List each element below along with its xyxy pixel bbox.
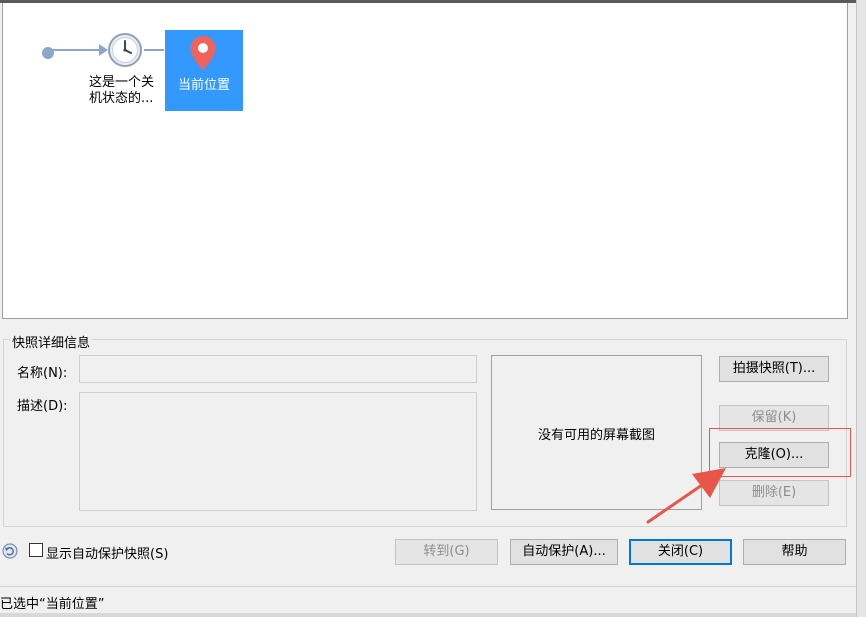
current-position-label: 当前位置 <box>177 78 230 93</box>
status-divider <box>0 586 856 587</box>
snapshot-node-label: 这是一个关机状态的... <box>89 75 155 106</box>
show-autoprotect-label[interactable]: 显示自动保护快照(S) <box>46 543 168 562</box>
clock-icon <box>108 33 142 67</box>
annotation-highlight-box <box>709 428 851 477</box>
help-button[interactable]: 帮助 <box>743 539 846 565</box>
tree-connector <box>144 49 166 51</box>
annotation-arrow <box>646 468 726 524</box>
window-bottom-edge <box>0 613 856 617</box>
close-button[interactable]: 关闭(C) <box>629 539 732 565</box>
window-right-edge <box>856 0 866 617</box>
location-pin-icon <box>190 36 216 70</box>
current-position-node[interactable]: 当前位置 <box>165 30 243 111</box>
description-label: 描述(D): <box>17 399 68 414</box>
name-label: 名称(N): <box>17 366 68 381</box>
screenshot-placeholder: 没有可用的屏幕截图 <box>537 428 655 443</box>
tree-connector <box>52 49 102 51</box>
take-snapshot-button[interactable]: 拍摄快照(T)... <box>719 356 829 382</box>
description-field[interactable] <box>79 392 477 511</box>
delete-button[interactable]: 删除(E) <box>719 480 829 506</box>
status-bar-text: 已选中“当前位置” <box>0 597 105 612</box>
snapshot-node[interactable] <box>107 32 143 68</box>
autoprotect-button[interactable]: 自动保护(A)... <box>510 539 618 565</box>
snapshot-details-title: 快照详细信息 <box>10 332 93 351</box>
autoprotect-icon <box>2 543 18 559</box>
name-field[interactable] <box>79 355 477 383</box>
show-autoprotect-checkbox[interactable] <box>29 543 43 557</box>
goto-button[interactable]: 转到(G) <box>395 539 498 565</box>
snapshot-tree-panel[interactable]: 这是一个关机状态的... 当前位置 <box>2 3 848 319</box>
